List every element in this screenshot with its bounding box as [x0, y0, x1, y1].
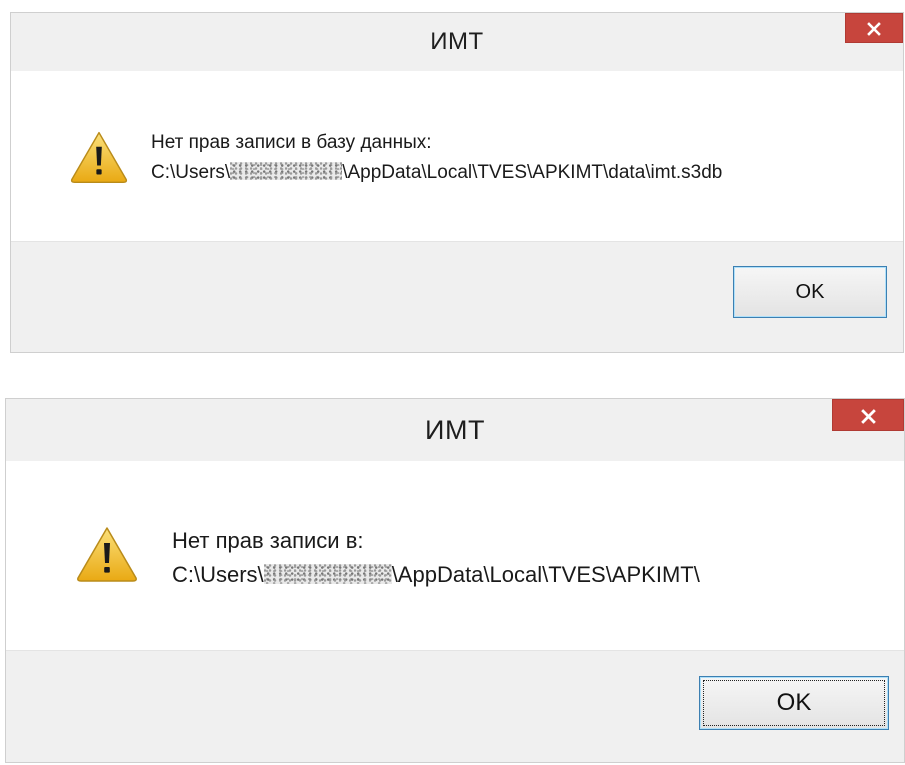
close-icon [867, 22, 881, 36]
path-suffix: \AppData\Local\TVES\APKIMT\ [391, 562, 700, 587]
redacted-username [263, 564, 392, 584]
dialog-title: ИМТ [430, 28, 484, 55]
title-bar: ИМТ [6, 399, 904, 461]
path-prefix: C:\Users\ [151, 162, 231, 183]
ok-button[interactable]: OK [733, 266, 887, 318]
dialog-title: ИМТ [425, 415, 485, 445]
ok-button-label: OK [795, 281, 825, 303]
redacted-username [230, 162, 343, 180]
button-bar: OK [6, 650, 904, 762]
ok-button[interactable]: OK [699, 676, 889, 730]
error-dialog-folder: ИМТ Нет прав записи в: C:\Users\ \AppDat… [5, 398, 905, 763]
path-prefix: C:\Users\ [172, 562, 264, 587]
close-button[interactable] [832, 399, 904, 431]
close-button[interactable] [845, 13, 903, 43]
message-path: C:\Users\ \AppData\Local\TVES\APKIMT\data… [151, 158, 722, 188]
warning-icon [77, 527, 137, 582]
button-bar: OK [11, 241, 903, 352]
message-path: C:\Users\ \AppData\Local\TVES\APKIMT\ [172, 558, 700, 592]
message-heading: Нет прав записи в: [172, 528, 364, 553]
path-suffix: \AppData\Local\TVES\APKIMT\data\imt.s3db [342, 162, 723, 183]
title-bar: ИМТ [11, 13, 903, 71]
error-message: Нет прав записи в: C:\Users\ \AppData\Loc… [172, 524, 700, 592]
warning-icon [70, 131, 128, 184]
error-dialog-database: ИМТ Нет прав записи в базу данных: C:\Us… [10, 12, 904, 353]
screenshot-canvas: ИМТ Нет прав записи в базу данных: C:\Us… [0, 0, 905, 765]
message-heading: Нет прав записи в базу данных: [151, 132, 432, 153]
close-icon [860, 409, 876, 424]
message-area: Нет прав записи в базу данных: C:\Users\… [11, 71, 903, 241]
message-area: Нет прав записи в: C:\Users\ \AppData\Loc… [6, 461, 904, 650]
ok-button-label: OK [776, 689, 812, 716]
error-message: Нет прав записи в базу данных: C:\Users\… [151, 128, 722, 188]
